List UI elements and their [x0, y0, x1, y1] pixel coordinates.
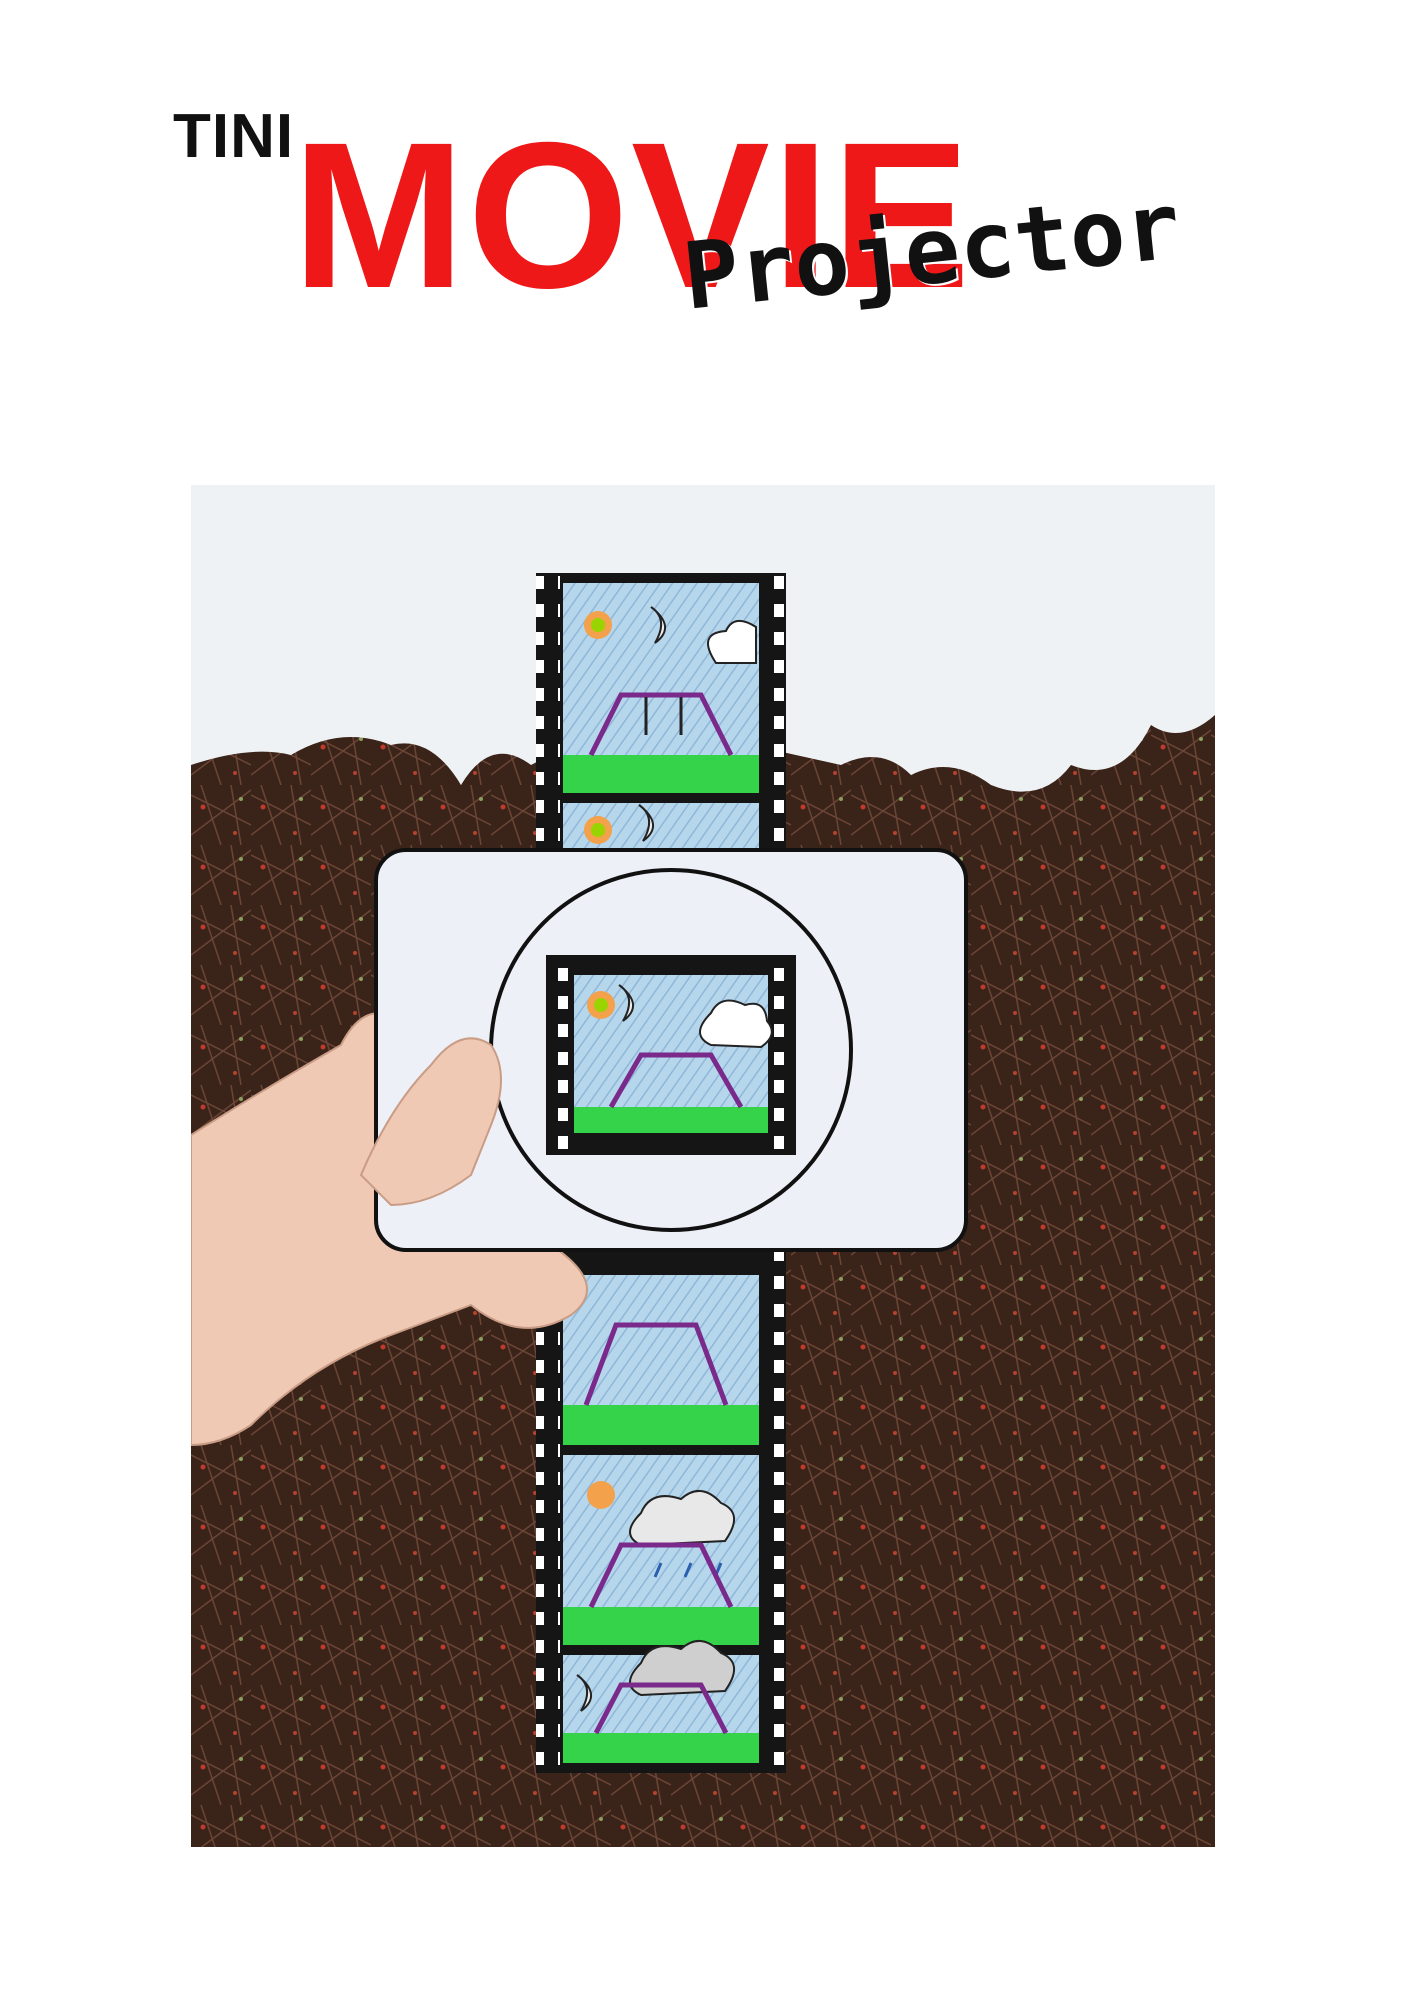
title-block: TINI MOVIE Projector	[0, 0, 1414, 360]
craft-photo	[191, 485, 1215, 1847]
sun-icon	[587, 1481, 615, 1509]
title-small: TINI	[173, 102, 295, 171]
